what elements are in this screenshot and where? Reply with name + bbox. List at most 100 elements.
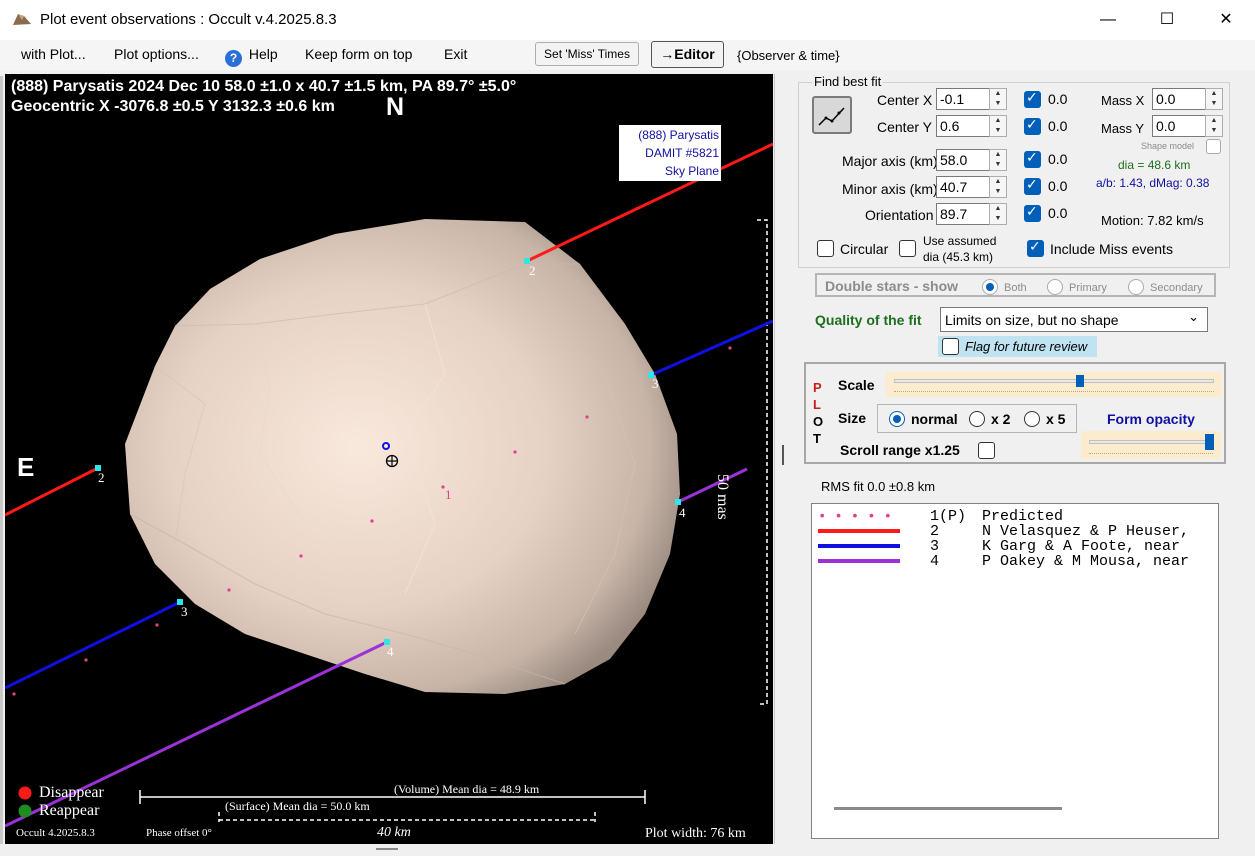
minor-axis-label: Minor axis (km) [842,181,938,197]
orientation-value: 0.0 [1048,205,1068,221]
minor-axis-spinner[interactable]: ▲ ▼ [989,176,1007,198]
close-button[interactable]: ✕ [1197,4,1255,36]
chord-label: 2 [98,470,105,485]
occultation-plot[interactable]: (888) Parysatis 2024 Dec 10 58.0 ±1.0 x … [5,74,773,844]
legend-num: 4 [930,553,940,570]
major-axis-input[interactable]: 58.0 [936,149,990,171]
plot-header-line2: Geocentric X -3076.8 ±0.5 Y 3132.3 ±0.6 … [11,98,335,115]
maximize-button[interactable]: ☐ [1138,4,1196,36]
legend-row[interactable]: 4 P Oakey & M Mousa, near [812,553,1218,570]
mass-y-input[interactable]: 0.0 [1152,115,1206,137]
size-normal-label: normal [911,411,958,427]
center-y-spinner[interactable]: ▲ ▼ [989,115,1007,137]
form-opacity-slider-thumb[interactable] [1205,434,1215,450]
scale-km-label: 40 km [377,825,411,840]
window-title: Plot event observations : Occult v.4.202… [40,11,337,28]
major-axis-checkbox[interactable] [1024,149,1041,168]
flag-review-checkbox[interactable] [942,338,959,355]
orientation-checkbox[interactable] [1024,203,1041,222]
size-x5-radio[interactable] [1024,411,1040,427]
size-x5-label: x 5 [1046,411,1066,427]
plot-vertical-label: O [813,414,824,429]
plot-width-label: Plot width: 76 km [645,826,746,841]
double-stars-label: Double stars - show [825,278,959,294]
legend-row[interactable]: ••••• 1(P) Predicted [812,508,1218,525]
set-miss-times-button[interactable]: Set 'Miss' Times [535,42,639,66]
use-assumed-dia-label: dia (45.3 km) [923,250,994,264]
circular-label: Circular [840,241,889,257]
mass-y-label: Mass Y [1101,121,1145,136]
scale-slider-thumb[interactable] [1075,375,1084,387]
center-x-input[interactable]: -0.1 [936,88,990,110]
size-normal-radio[interactable] [889,411,905,427]
double-primary-label: Primary [1069,282,1107,294]
observer-legend-list[interactable]: ••••• 1(P) Predicted 2 N Velasquez & P H… [811,503,1219,839]
shape-model-box: (888) Parysatis DAMIT #5821 Sky Plane [619,125,721,181]
editor-button[interactable]: →Editor [651,41,724,68]
minor-axis-input[interactable]: 40.7 [936,176,990,198]
rms-fit-label: RMS fit 0.0 ±0.8 km [821,479,936,494]
bottom-grip[interactable] [376,848,398,850]
shape-model-label: Shape model [1141,141,1195,151]
shape-model-checkbox[interactable] [1206,139,1221,154]
menu-help[interactable]: ? Help [225,46,278,67]
use-assumed-label: Use assumed [923,234,997,248]
major-axis-value: 0.0 [1048,151,1068,167]
mass-x-spinner[interactable]: ▲ ▼ [1205,88,1223,110]
menu-bar: with Plot... Plot options... ? Help Keep… [0,40,1255,70]
major-axis-label: Major axis (km) [842,153,938,169]
minor-axis-checkbox[interactable] [1024,176,1041,195]
scroll-range-label: Scroll range x1.25 [840,442,960,458]
major-axis-spinner[interactable]: ▲ ▼ [989,149,1007,171]
fit-graph-icon [818,107,845,126]
use-assumed-checkbox[interactable] [899,240,916,257]
asteroid-shape [125,219,680,694]
observer-time-label[interactable]: {Observer & time} [737,48,840,63]
minimize-button[interactable]: — [1079,4,1137,36]
menu-help-label: Help [248,46,278,62]
double-both-radio[interactable] [982,279,998,295]
orientation-spinner[interactable]: ▲ ▼ [989,203,1007,225]
menu-plot-options[interactable]: Plot options... [114,46,199,62]
form-opacity-slider[interactable] [1081,431,1221,459]
legend-scrollbar[interactable] [834,807,1062,810]
mass-y-spinner[interactable]: ▲ ▼ [1205,115,1223,137]
orientation-input[interactable]: 89.7 [936,203,990,225]
chord-label: 1 [445,487,452,502]
model-box-line: (888) Parysatis [638,128,719,142]
center-x-label: Center X [877,92,933,108]
legend-row[interactable]: 2 N Velasquez & P Heuser, [812,523,1218,540]
ab-dmag-readout: a/b: 1.43, dMag: 0.38 [1096,176,1210,190]
menu-with-plot[interactable]: with Plot... [21,46,86,62]
legend-text: P Oakey & M Mousa, near [982,553,1190,570]
menu-exit[interactable]: Exit [444,46,467,62]
scroll-range-checkbox[interactable] [978,442,995,459]
plot-vertical-label: T [813,431,821,446]
mass-x-input[interactable]: 0.0 [1152,88,1206,110]
plot-vertical-label: P [813,380,822,395]
center-y-value: 0.0 [1048,118,1068,134]
motion-readout: Motion: 7.82 km/s [1101,213,1204,228]
double-secondary-radio[interactable] [1128,279,1144,295]
double-primary-radio[interactable] [1047,279,1063,295]
center-x-spinner[interactable]: ▲ ▼ [989,88,1007,110]
version-label: Occult 4.2025.8.3 [16,827,95,839]
fit-graph-button[interactable] [812,96,852,134]
splitter-handle[interactable] [782,445,784,465]
scale-slider[interactable] [886,372,1222,397]
size-x2-label: x 2 [991,411,1011,427]
include-miss-checkbox[interactable] [1027,238,1044,257]
center-y-input[interactable]: 0.6 [936,115,990,137]
double-secondary-label: Secondary [1150,282,1203,294]
center-y-label: Center Y [877,119,932,135]
center-y-checkbox[interactable] [1024,116,1041,135]
reappear-label: Reappear [39,802,100,819]
quality-dropdown[interactable]: Limits on size, but no shape ⌄ [940,307,1208,332]
size-x2-radio[interactable] [969,411,985,427]
mass-x-label: Mass X [1101,93,1145,108]
circular-checkbox[interactable] [817,240,834,257]
center-x-checkbox[interactable] [1024,89,1041,108]
legend-row[interactable]: 3 K Garg & A Foote, near [812,538,1218,555]
menu-keep-on-top[interactable]: Keep form on top [305,46,412,62]
model-box-line: Sky Plane [664,164,719,178]
